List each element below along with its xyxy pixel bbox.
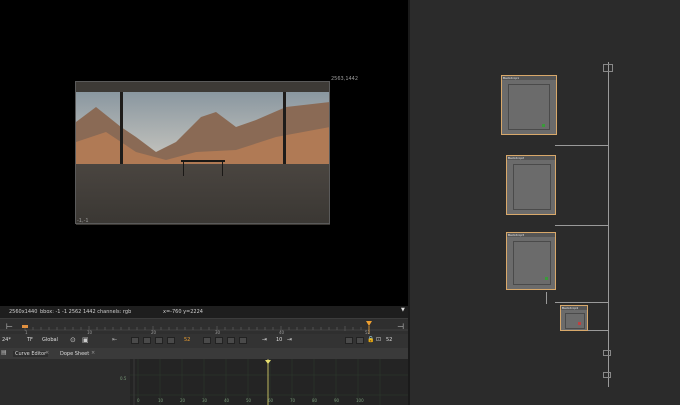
timeline-ruler[interactable]: ⊢ 1 10 20 30 40 52 ⊣	[0, 318, 408, 335]
tab-curve-editor[interactable]: Curve Editor	[13, 351, 49, 357]
play-backward-button[interactable]	[167, 337, 175, 344]
status-dot	[545, 277, 548, 280]
curve-x-tick: 80	[312, 398, 318, 403]
format-box	[75, 81, 330, 224]
ruler-ticks	[0, 321, 408, 335]
curve-x-tick: 60	[268, 398, 274, 403]
loop-button[interactable]	[345, 337, 353, 344]
node-graph-panel[interactable]: Backdrop1 Backdrop2 Backdrop3 Backdrop4	[410, 0, 680, 405]
current-frame-field[interactable]: 52	[184, 337, 190, 343]
first-frame-button[interactable]	[131, 337, 139, 344]
node-label: Backdrop3	[507, 233, 555, 237]
viewer-panel[interactable]: 2563,1442 -1,-1	[0, 0, 408, 306]
pipe-wire	[555, 145, 608, 146]
format-bottom-left-label: -1,-1	[77, 218, 89, 224]
dot-node[interactable]	[603, 372, 611, 378]
step-increment-field[interactable]: 10	[276, 337, 282, 343]
next-key-button[interactable]	[227, 337, 235, 344]
range-mode-select[interactable]: Global	[42, 337, 58, 343]
status-dot	[542, 124, 545, 127]
format-top-right-label: 2563,1442	[331, 76, 359, 82]
curve-x-tick: 0	[137, 398, 140, 403]
step-forward-button[interactable]	[215, 337, 223, 344]
tf-select[interactable]: TF	[27, 337, 33, 343]
pipe-wire	[555, 225, 608, 226]
prev-key-button[interactable]	[143, 337, 151, 344]
bbox-readout: bbox: -1 -1 2562 1442 channels: rgb	[40, 309, 132, 315]
node-label: Backdrop2	[507, 156, 555, 160]
tab-dope-sheet[interactable]: Dope Sheet	[60, 351, 89, 357]
curve-list[interactable]	[0, 359, 130, 405]
ruler-right-icon[interactable]: ⊣	[397, 322, 404, 331]
skip-icon[interactable]: ⇥	[262, 336, 267, 343]
backdrop-node[interactable]: Backdrop3	[506, 232, 556, 290]
end-frame-field[interactable]: 52	[386, 337, 392, 343]
node-label: Backdrop1	[502, 76, 556, 80]
proxy-icon[interactable]: ⊙	[70, 336, 76, 344]
pipe-wire	[585, 330, 608, 331]
curve-x-tick: 70	[290, 398, 296, 403]
node-contents	[513, 164, 551, 210]
pipe-wire	[546, 292, 547, 304]
curve-x-tick: 10	[158, 398, 164, 403]
info-menu-icon[interactable]: ▼	[401, 307, 405, 313]
play-forward-button[interactable]	[203, 337, 211, 344]
dot-node[interactable]	[603, 350, 611, 356]
in-out-icon[interactable]: ⇤	[112, 336, 117, 343]
curve-x-tick: 20	[180, 398, 186, 403]
node-contents	[565, 313, 585, 329]
pane-menu-icon[interactable]: ▤	[1, 349, 7, 356]
pipe-wire	[555, 302, 608, 303]
last-frame-button[interactable]	[239, 337, 247, 344]
curve-x-tick: 100	[356, 398, 364, 403]
format-readout: 2560x1440	[9, 309, 38, 315]
viewer-info-bar: 2560x1440 bbox: -1 -1 2562 1442 channels…	[0, 306, 408, 318]
bottom-tab-bar: ▤ Curve Editor × Dope Sheet ×	[0, 348, 408, 359]
close-icon[interactable]: ×	[91, 350, 95, 356]
step-forward-icon[interactable]: ⇥	[287, 336, 292, 343]
backdrop-node[interactable]: Backdrop4	[560, 305, 588, 331]
ruler-left-icon[interactable]: ⊢	[6, 322, 13, 331]
curve-x-tick: 40	[224, 398, 230, 403]
bounce-button[interactable]	[356, 337, 364, 344]
playback-range-icon[interactable]: ⊡	[376, 336, 381, 343]
pipe-wire	[608, 62, 609, 387]
lock-icon[interactable]: 🔒	[367, 336, 374, 343]
curve-editor-panel[interactable]: 0.5 0 10 20 30 40 50 60 70 80 90 100	[0, 359, 408, 405]
playhead-marker[interactable]	[366, 321, 372, 326]
curve-y-label: 0.5	[120, 376, 127, 381]
playback-controls: 24* TF Global ⊙ ▣ ⇤ 52 ⇥ 10 ⇥ 🔒 ⊡ 52	[0, 334, 408, 348]
curve-x-tick: 50	[246, 398, 252, 403]
curve-x-tick: 90	[334, 398, 340, 403]
status-dot	[578, 322, 581, 325]
coords-readout: x=-760 y=2224	[163, 309, 203, 315]
backdrop-node[interactable]: Backdrop2	[506, 155, 556, 215]
frame-icon[interactable]: ▣	[82, 336, 89, 344]
dot-node[interactable]	[603, 64, 613, 72]
backdrop-node[interactable]: Backdrop1	[501, 75, 557, 135]
node-label: Backdrop4	[561, 306, 587, 310]
fps-select[interactable]: 24*	[2, 337, 11, 343]
curve-x-tick: 30	[202, 398, 208, 403]
step-back-button[interactable]	[155, 337, 163, 344]
close-icon[interactable]: ×	[45, 350, 49, 356]
